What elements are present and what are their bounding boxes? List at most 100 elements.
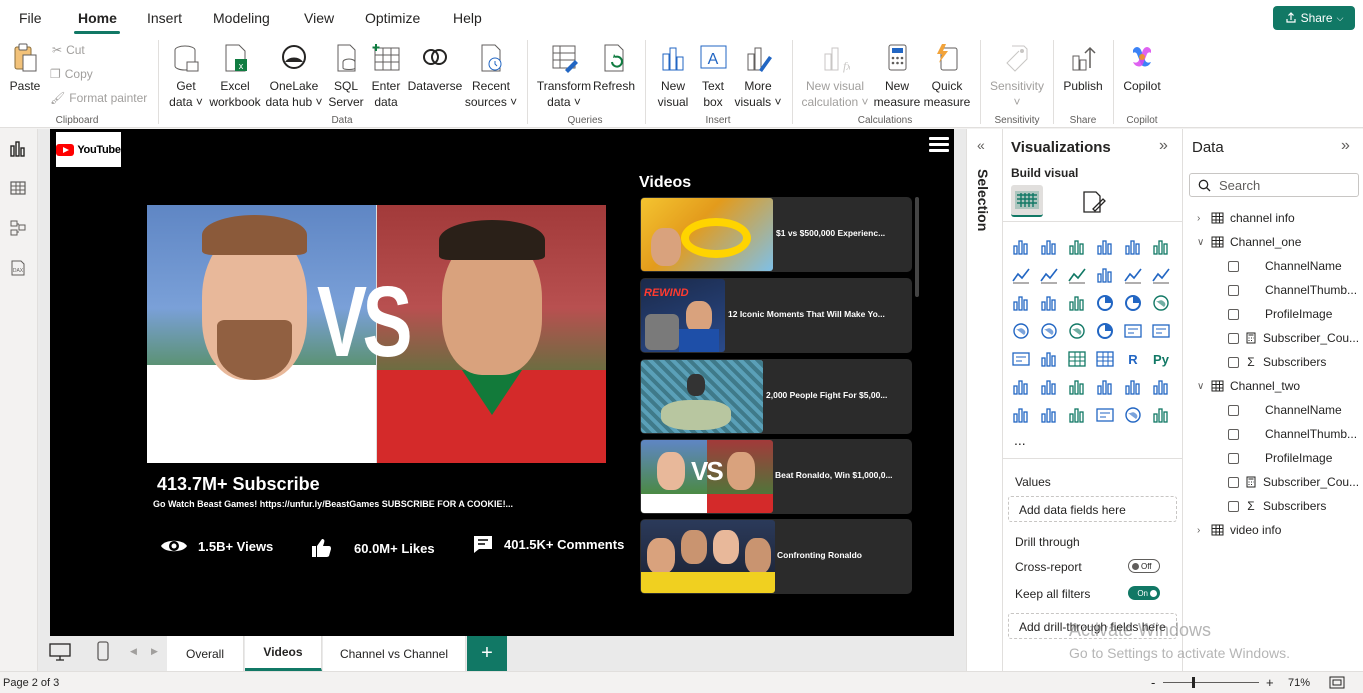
python-visual-icon[interactable]: Py bbox=[1151, 349, 1171, 369]
scatter-chart-icon[interactable] bbox=[1067, 293, 1087, 313]
field-item[interactable]: Σ Subscribers bbox=[1228, 355, 1326, 369]
smart-narrative-icon[interactable] bbox=[1095, 377, 1115, 397]
menu-help[interactable]: Help bbox=[453, 10, 482, 26]
stacked-bar-chart-icon[interactable] bbox=[1011, 237, 1031, 257]
copy-button[interactable]: ❐ Copy bbox=[50, 67, 93, 81]
clustered-bar-chart-icon[interactable] bbox=[1067, 237, 1087, 257]
collapse-chevron-icon[interactable]: » bbox=[1341, 137, 1350, 155]
expand-chevron-icon[interactable]: « bbox=[977, 137, 985, 153]
new-measure-button[interactable]: New measure bbox=[872, 42, 922, 110]
get-data-button[interactable]: Get data ˅ bbox=[165, 42, 207, 110]
menu-optimize[interactable]: Optimize bbox=[365, 10, 420, 26]
report-view-icon[interactable] bbox=[9, 140, 27, 158]
table-node[interactable]: ∨ Channel_one bbox=[1197, 235, 1301, 249]
video-card[interactable]: REWIND 12 Iconic Moments That Will Make … bbox=[640, 278, 912, 353]
dax-query-view-icon[interactable]: DAX bbox=[9, 259, 27, 277]
menu-modeling[interactable]: Modeling bbox=[213, 10, 270, 26]
video-card[interactable]: $1 vs $500,000 Experienc... bbox=[640, 197, 912, 272]
zoom-slider-thumb[interactable] bbox=[1192, 677, 1195, 688]
add-page-button[interactable]: + bbox=[467, 636, 507, 671]
slicer-icon[interactable] bbox=[1039, 349, 1059, 369]
metrics-icon[interactable] bbox=[1067, 405, 1087, 425]
selection-pane-label[interactable]: Selection bbox=[975, 169, 991, 231]
dataverse-button[interactable]: Dataverse bbox=[406, 42, 464, 94]
field-checkbox[interactable] bbox=[1228, 308, 1239, 320]
videos-scrollbar[interactable] bbox=[915, 197, 919, 297]
field-item[interactable]: ChannelThumb... bbox=[1228, 427, 1357, 441]
field-checkbox[interactable] bbox=[1228, 476, 1239, 488]
field-item[interactable]: Subscriber_Cou... bbox=[1228, 475, 1359, 489]
publish-button[interactable]: Publish bbox=[1060, 42, 1106, 94]
chevron-right-icon[interactable]: › bbox=[1197, 525, 1205, 536]
collapse-chevron-icon[interactable]: » bbox=[1159, 137, 1168, 155]
100-column-chart-icon[interactable] bbox=[1151, 237, 1171, 257]
r-visual-icon[interactable]: R bbox=[1123, 349, 1143, 369]
field-item[interactable]: ChannelName bbox=[1228, 259, 1342, 273]
menu-home[interactable]: Home bbox=[78, 10, 117, 26]
copilot-button[interactable]: Copilot bbox=[1119, 42, 1165, 94]
more-visuals-button[interactable]: More visuals ˅ bbox=[731, 42, 785, 110]
decomposition-tree-icon[interactable] bbox=[1039, 377, 1059, 397]
zoom-in-button[interactable]: + bbox=[1266, 675, 1274, 690]
field-checkbox[interactable] bbox=[1228, 452, 1239, 464]
keep-filters-toggle[interactable]: On bbox=[1128, 586, 1160, 600]
100-bar-chart-icon[interactable] bbox=[1123, 237, 1143, 257]
field-checkbox[interactable] bbox=[1228, 428, 1239, 440]
paste-button[interactable]: Paste bbox=[8, 42, 42, 94]
sql-server-button[interactable]: SQL Server bbox=[326, 42, 366, 110]
field-checkbox[interactable] bbox=[1228, 284, 1239, 296]
field-item[interactable]: Subscriber_Cou... bbox=[1228, 331, 1359, 345]
map-icon[interactable] bbox=[1011, 321, 1031, 341]
table-node[interactable]: › video info bbox=[1197, 523, 1281, 537]
page-tab-videos[interactable]: Videos bbox=[245, 636, 322, 671]
excel-workbook-button[interactable]: x Excel workbook bbox=[208, 42, 262, 110]
new-visual-button[interactable]: New visual bbox=[653, 42, 693, 110]
quick-measure-button[interactable]: Quick measure bbox=[922, 42, 972, 110]
sensitivity-button[interactable]: Sensitivity ˅ bbox=[986, 42, 1048, 110]
field-checkbox[interactable] bbox=[1228, 404, 1239, 416]
field-checkbox[interactable] bbox=[1228, 332, 1239, 344]
zoom-out-button[interactable]: - bbox=[1151, 675, 1155, 690]
new-visual-calculation-button[interactable]: fx New visual calculation ˅ bbox=[800, 42, 870, 110]
page-tab-channel-vs-channel[interactable]: Channel vs Channel bbox=[323, 636, 466, 671]
card-new-icon[interactable] bbox=[1095, 405, 1115, 425]
field-item[interactable]: Σ Subscribers bbox=[1228, 499, 1326, 513]
multi-row-card-icon[interactable] bbox=[1151, 321, 1171, 341]
cut-button[interactable]: ✂ Cut bbox=[52, 43, 85, 57]
line-column-chart-icon[interactable] bbox=[1123, 265, 1143, 285]
shape-map-icon[interactable] bbox=[1123, 405, 1143, 425]
chevron-down-icon[interactable]: ∨ bbox=[1197, 381, 1205, 392]
field-checkbox[interactable] bbox=[1228, 260, 1239, 272]
cross-report-toggle[interactable]: Off bbox=[1128, 559, 1160, 573]
ribbon-chart-icon[interactable] bbox=[1095, 265, 1115, 285]
values-drop-zone[interactable]: Add data fields here bbox=[1008, 496, 1177, 522]
build-visual-tab[interactable] bbox=[1011, 185, 1043, 217]
table-icon[interactable] bbox=[1067, 349, 1087, 369]
field-item[interactable]: ProfileImage bbox=[1228, 307, 1332, 321]
desktop-layout-icon[interactable] bbox=[49, 643, 71, 661]
table-node[interactable]: › channel info bbox=[1197, 211, 1295, 225]
hamburger-menu-icon[interactable] bbox=[929, 137, 949, 153]
area-chart-icon[interactable] bbox=[1039, 265, 1059, 285]
next-page-arrow-icon[interactable]: ▶ bbox=[151, 646, 158, 657]
transform-data-button[interactable]: Transform data ˅ bbox=[535, 42, 593, 110]
recent-sources-button[interactable]: Recent sources ˅ bbox=[464, 42, 518, 110]
waterfall-chart-icon[interactable] bbox=[1011, 293, 1031, 313]
menu-view[interactable]: View bbox=[304, 10, 334, 26]
field-checkbox[interactable] bbox=[1228, 356, 1239, 368]
table-node[interactable]: ∨ Channel_two bbox=[1197, 379, 1300, 393]
field-checkbox[interactable] bbox=[1228, 500, 1239, 512]
previous-page-arrow-icon[interactable]: ◀ bbox=[130, 646, 137, 657]
onelake-button[interactable]: OneLake data hub ˅ bbox=[264, 42, 324, 110]
power-automate-icon[interactable] bbox=[1039, 405, 1059, 425]
more-visuals-ellipsis[interactable]: ... bbox=[1014, 432, 1026, 448]
zoom-slider-track[interactable] bbox=[1163, 682, 1259, 683]
chevron-visual-icon[interactable] bbox=[1151, 405, 1171, 425]
key-influencers-icon[interactable] bbox=[1011, 377, 1031, 397]
power-apps-icon[interactable] bbox=[1011, 405, 1031, 425]
chevron-right-icon[interactable]: › bbox=[1197, 213, 1205, 224]
donut-chart-icon[interactable] bbox=[1123, 293, 1143, 313]
stacked-column-chart-icon[interactable] bbox=[1039, 237, 1059, 257]
menu-insert[interactable]: Insert bbox=[147, 10, 182, 26]
pie-chart-icon[interactable] bbox=[1095, 293, 1115, 313]
